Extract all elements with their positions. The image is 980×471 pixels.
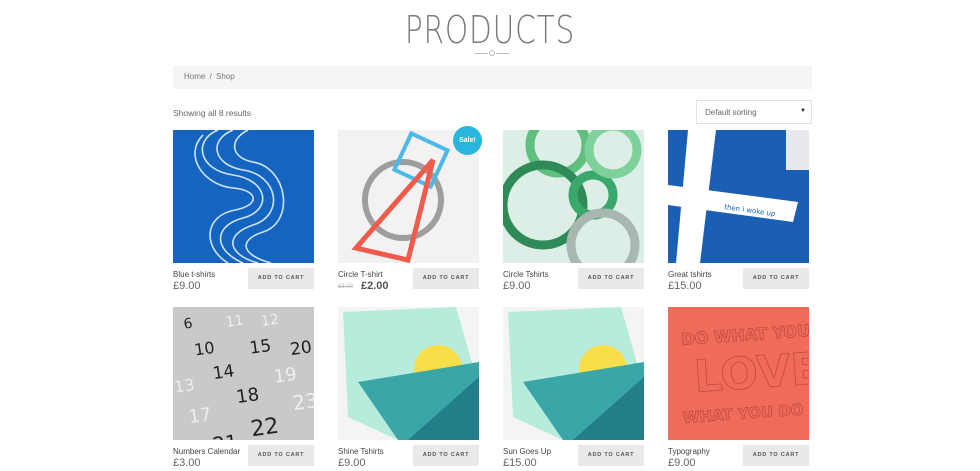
add-to-cart-button[interactable]: ADD TO CART — [743, 445, 809, 466]
product-name[interactable]: Sun Goes Up — [503, 447, 551, 456]
svg-text:23: 23 — [291, 388, 314, 415]
product-name[interactable]: Typography — [668, 447, 710, 456]
product-price: £9.00 — [503, 280, 531, 292]
sale-badge: Sale! — [453, 126, 482, 155]
dropdown-arrow-icon: ▼ — [800, 108, 806, 114]
product-image[interactable] — [173, 130, 314, 263]
sale-price: £2.00 — [361, 280, 389, 292]
product-price: £9.00 — [668, 457, 696, 469]
svg-text:15: 15 — [248, 336, 272, 359]
product-image[interactable] — [338, 307, 479, 440]
breadcrumb-current: Shop — [216, 72, 235, 81]
sorting-select[interactable]: Default sorting ▼ — [696, 100, 812, 124]
product-price: £15.00 — [503, 457, 537, 469]
product-image[interactable]: 6 11 12 10 14 15 20 13 18 19 17 22 23 21 — [173, 307, 314, 440]
product-name[interactable]: Shine Tshirts — [338, 447, 384, 456]
product-name[interactable]: Circle T-shirt — [338, 270, 383, 279]
product-name[interactable]: Circle Tshirts — [503, 270, 549, 279]
product-price: £15.00 — [668, 280, 702, 292]
product-image[interactable] — [503, 307, 644, 440]
product-name[interactable]: Blue t-shirts — [173, 270, 215, 279]
breadcrumb-home-link[interactable]: Home — [184, 72, 205, 81]
title-ornament — [475, 49, 509, 59]
product-price: £9.00 — [173, 280, 201, 292]
svg-text:12: 12 — [260, 312, 280, 330]
product-name[interactable]: Great tshirts — [668, 270, 712, 279]
product-image[interactable]: then i woke up — [668, 130, 809, 263]
product-image[interactable]: DO WHAT YOU LOVE WHAT YOU DO — [668, 307, 809, 440]
breadcrumb: Home / Shop — [173, 66, 812, 89]
product-name[interactable]: Numbers Calendar — [173, 447, 240, 456]
svg-text:19: 19 — [272, 364, 298, 388]
page-title: PRODUCTS — [404, 8, 576, 52]
result-count: Showing all 8 results — [173, 108, 251, 118]
svg-text:14: 14 — [211, 361, 235, 384]
add-to-cart-button[interactable]: ADD TO CART — [413, 268, 479, 289]
product-price: £3.00 — [173, 457, 201, 469]
svg-text:13: 13 — [173, 375, 196, 397]
svg-text:11: 11 — [225, 312, 245, 330]
typography-tshirt-image: DO WHAT YOU LOVE WHAT YOU DO — [668, 307, 809, 440]
add-to-cart-button[interactable]: ADD TO CART — [248, 268, 314, 289]
blue-tshirt-image — [173, 130, 314, 263]
shine-tshirt-image — [338, 307, 479, 440]
svg-text:10: 10 — [193, 338, 216, 360]
add-to-cart-button[interactable]: ADD TO CART — [413, 445, 479, 466]
svg-text:22: 22 — [249, 414, 280, 440]
svg-text:LOVE: LOVE — [692, 343, 809, 403]
numbers-calendar-image: 6 11 12 10 14 15 20 13 18 19 17 22 23 21 — [173, 307, 314, 440]
svg-text:18: 18 — [235, 384, 261, 408]
product-price: £3.00 £2.00 — [338, 280, 389, 292]
svg-text:17: 17 — [187, 404, 213, 428]
add-to-cart-button[interactable]: ADD TO CART — [578, 268, 644, 289]
sorting-selected: Default sorting — [705, 108, 757, 117]
great-tshirt-image: then i woke up — [668, 130, 809, 263]
svg-text:20: 20 — [289, 337, 313, 360]
add-to-cart-button[interactable]: ADD TO CART — [248, 445, 314, 466]
add-to-cart-button[interactable]: ADD TO CART — [743, 268, 809, 289]
product-price: £9.00 — [338, 457, 366, 469]
old-price: £3.00 — [338, 284, 354, 290]
circle-tshirts-image — [503, 130, 644, 263]
sun-goes-up-image — [503, 307, 644, 440]
breadcrumb-separator: / — [209, 72, 212, 81]
product-image[interactable] — [503, 130, 644, 263]
add-to-cart-button[interactable]: ADD TO CART — [578, 445, 644, 466]
